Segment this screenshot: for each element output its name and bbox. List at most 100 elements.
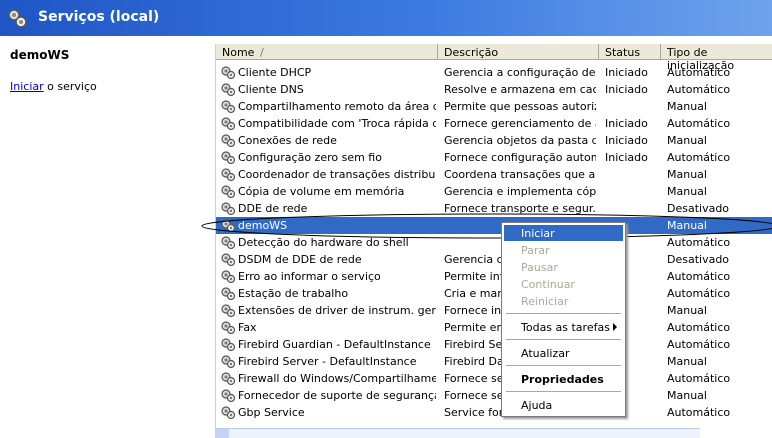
service-gear-icon — [220, 252, 236, 267]
service-description: Gerencia a configuração de ... — [444, 66, 596, 79]
services-list[interactable]: Nome / Descrição Status Tipo de iniciali… — [215, 44, 772, 437]
service-gear-icon — [220, 388, 236, 403]
service-startup-type: Manual — [667, 134, 707, 147]
service-description: Fornece configuração autom... — [444, 151, 596, 164]
menu-item-refresh[interactable]: Atualizar — [504, 345, 623, 361]
table-row[interactable]: DDE de rede Fornece transporte e segur...… — [216, 200, 772, 217]
service-gear-icon — [220, 337, 236, 352]
service-gear-icon — [220, 184, 236, 199]
table-row[interactable]: Gbp Service Service for C Automático — [216, 404, 772, 421]
service-name: demoWS — [238, 219, 288, 232]
table-row[interactable]: Estação de trabalho Cria e mante Automátic… — [216, 285, 772, 302]
menu-separator — [506, 339, 621, 340]
service-name: Estação de trabalho — [238, 287, 349, 300]
service-description: Fornece gerenciamento de a... — [444, 117, 596, 130]
table-row[interactable]: Configuração zero sem fio Fornece configu… — [216, 149, 772, 166]
service-name: Firebird Guardian - DefaultInstance — [238, 338, 431, 351]
service-name: Firebird Server - DefaultInstance — [238, 355, 417, 368]
service-name: Fornecedor de suporte de segurança ... — [238, 389, 436, 402]
column-header-description[interactable]: Descrição — [438, 44, 599, 60]
service-name: Coordenador de transações distribuídas — [238, 168, 436, 181]
menu-item-restart: Reiniciar — [504, 293, 623, 309]
menu-item-help-label: Ajuda — [521, 399, 553, 412]
service-gear-icon — [220, 65, 236, 80]
column-header-status[interactable]: Status — [599, 44, 661, 60]
menu-item-all-tasks[interactable]: Todas as tarefas — [504, 319, 623, 335]
service-name: Firewall do Windows/Compartilhament... — [238, 372, 436, 385]
menu-item-refresh-label: Atualizar — [521, 347, 570, 360]
menu-item-resume-label: Continuar — [521, 278, 575, 291]
table-row[interactable]: Firewall do Windows/Compartilhament...Fo… — [216, 370, 772, 387]
service-gear-icon — [220, 235, 236, 250]
service-startup-type: Automático — [667, 270, 731, 283]
service-description: Gerencia objetos da pasta d... — [444, 134, 596, 147]
column-header-name-label: Nome — [222, 46, 255, 59]
service-gear-icon — [220, 303, 236, 318]
menu-item-help[interactable]: Ajuda — [504, 397, 623, 413]
table-row[interactable]: Firebird Server - DefaultInstance Firebir… — [216, 353, 772, 370]
table-row[interactable]: Coordenador de transações distribuídas Co… — [216, 166, 772, 183]
service-status: Iniciado — [605, 134, 648, 147]
table-row[interactable]: Cópia de volume em memória Gerencia e imp… — [216, 183, 772, 200]
menu-item-resume: Continuar — [504, 276, 623, 292]
service-startup-type: Automático — [667, 406, 731, 419]
menu-separator — [506, 365, 621, 366]
service-gear-icon — [220, 286, 236, 301]
table-row[interactable]: Fornecedor de suporte de segurança ... Fo… — [216, 387, 772, 404]
menu-item-start[interactable]: Iniciar — [504, 225, 623, 241]
service-name: Configuração zero sem fio — [238, 151, 382, 164]
table-row[interactable]: Compartilhamento remoto da área de t... P… — [216, 98, 772, 115]
service-name: Erro ao informar o serviço — [238, 270, 381, 283]
service-startup-type: Manual — [667, 304, 707, 317]
service-name: Cópia de volume em memória — [238, 185, 405, 198]
table-row[interactable]: Extensões de driver de instrum. geren...… — [216, 302, 772, 319]
column-header-status-label: Status — [605, 46, 641, 59]
service-startup-type: Manual — [667, 389, 707, 402]
service-gear-icon — [220, 133, 236, 148]
menu-item-properties-label: Propriedades — [521, 373, 604, 386]
table-row[interactable]: Fax Permite env Automático — [216, 319, 772, 336]
service-startup-type: Automático — [667, 66, 731, 79]
service-status: Iniciado — [605, 66, 648, 79]
service-name: Detecção do hardware do shell — [238, 236, 409, 249]
table-row[interactable]: Firebird Guardian - DefaultInstance Fireb… — [216, 336, 772, 353]
service-startup-type: Automático — [667, 372, 731, 385]
service-description: Gerencia e implementa cópia... — [444, 185, 596, 198]
service-gear-icon — [220, 405, 236, 420]
start-service-link[interactable]: Iniciar — [10, 80, 44, 93]
service-gear-icon — [220, 167, 236, 182]
menu-item-stop-label: Parar — [521, 244, 550, 257]
menu-item-stop: Parar — [504, 242, 623, 258]
service-gear-icon — [220, 150, 236, 165]
service-description: Fornece transporte e segur... — [444, 202, 596, 215]
table-row[interactable]: demoWS Manual — [216, 217, 772, 234]
table-row[interactable]: Compatibilidade com 'Troca rápida de u..… — [216, 115, 772, 132]
service-startup-type: Manual — [667, 355, 707, 368]
service-name: DSDM de DDE de rede — [238, 253, 362, 266]
service-name: Extensões de driver de instrum. geren... — [238, 304, 436, 317]
service-name: Compatibilidade com 'Troca rápida de u..… — [238, 117, 436, 130]
service-startup-type: Automático — [667, 151, 731, 164]
description-panel: demoWS Iniciar o serviço — [0, 36, 208, 437]
table-row[interactable]: Erro ao informar o serviço Permite info Au… — [216, 268, 772, 285]
service-gear-icon — [220, 218, 236, 233]
table-row[interactable]: Cliente DNS Resolve e armazena em cac... I… — [216, 81, 772, 98]
service-startup-type: Manual — [667, 219, 707, 232]
table-row[interactable]: Conexões de rede Gerencia objetos da past… — [216, 132, 772, 149]
service-startup-type: Desativado — [667, 202, 730, 215]
table-row[interactable]: Cliente DHCP Gerencia a configuração de .… — [216, 64, 772, 81]
column-header-name[interactable]: Nome / — [216, 44, 438, 60]
service-description: Coordena transações que a... — [444, 168, 596, 181]
table-row[interactable]: DSDM de DDE de rede Gerencia con Desativad… — [216, 251, 772, 268]
service-gear-icon — [220, 371, 236, 386]
service-name: Cliente DNS — [238, 83, 304, 96]
selected-service-name: demoWS — [10, 48, 70, 62]
gears-icon — [8, 9, 27, 28]
service-startup-type: Automático — [667, 338, 731, 351]
menu-item-properties[interactable]: Propriedades — [504, 371, 623, 387]
context-menu: Iniciar Parar Pausar Continuar Reiniciar… — [501, 222, 626, 417]
service-description: Resolve e armazena em cac... — [444, 83, 596, 96]
table-row[interactable]: Detecção do hardware do shell Automático — [216, 234, 772, 251]
service-gear-icon — [220, 354, 236, 369]
column-header-startup-type[interactable]: Tipo de inicialização — [661, 44, 772, 72]
